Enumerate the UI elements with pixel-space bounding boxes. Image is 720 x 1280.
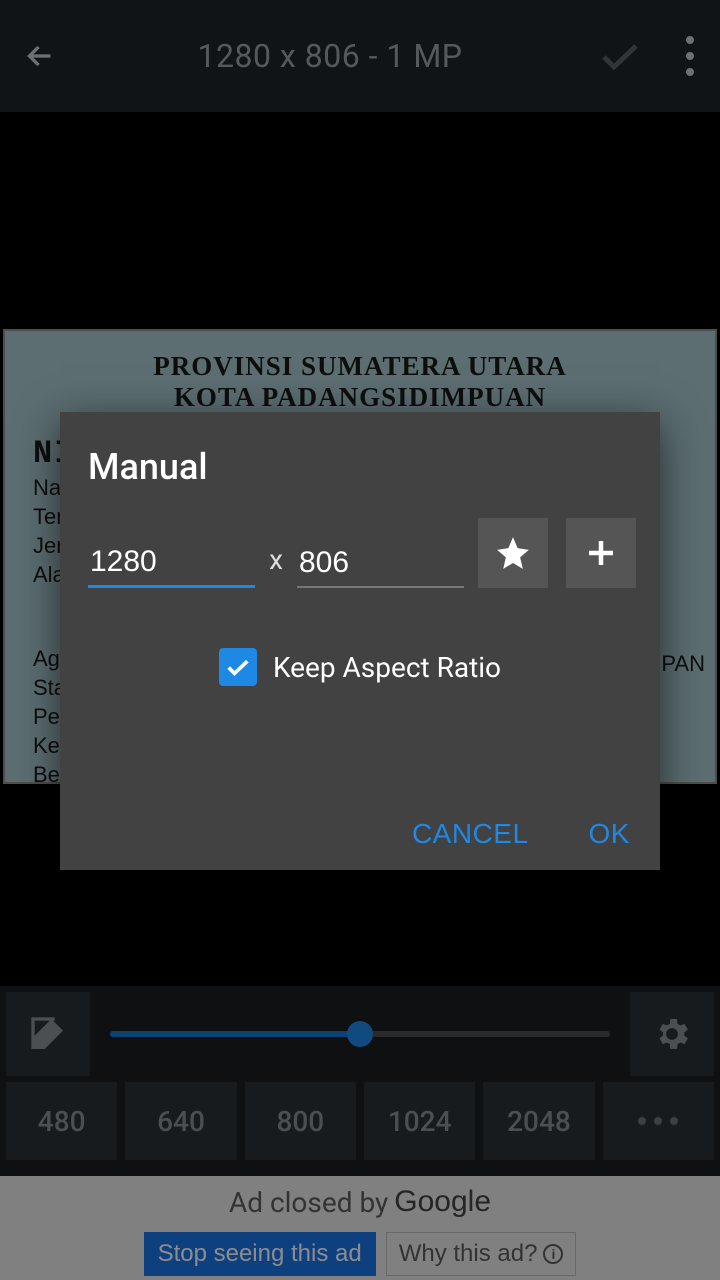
plus-icon	[583, 535, 619, 571]
manual-resize-dialog: Manual x Keep Aspect Ratio	[60, 412, 660, 870]
height-input[interactable]	[297, 540, 464, 586]
favorite-button[interactable]	[478, 518, 548, 588]
dialog-title: Manual	[60, 412, 660, 508]
aspect-ratio-checkbox[interactable]	[219, 648, 257, 686]
aspect-ratio-row[interactable]: Keep Aspect Ratio	[60, 648, 660, 686]
screen: 1280 x 806 - 1 MP PROVINSI SUMATERA UTAR…	[0, 0, 720, 1280]
x-separator: x	[269, 543, 283, 588]
height-field-wrap	[297, 540, 464, 588]
aspect-ratio-label: Keep Aspect Ratio	[273, 651, 501, 684]
width-field-wrap	[88, 539, 255, 588]
cancel-button[interactable]: CANCEL	[412, 818, 529, 850]
width-input[interactable]	[88, 539, 255, 585]
check-icon	[224, 653, 252, 681]
star-icon	[494, 534, 532, 572]
add-preset-button[interactable]	[566, 518, 636, 588]
ok-button[interactable]: OK	[589, 818, 630, 850]
